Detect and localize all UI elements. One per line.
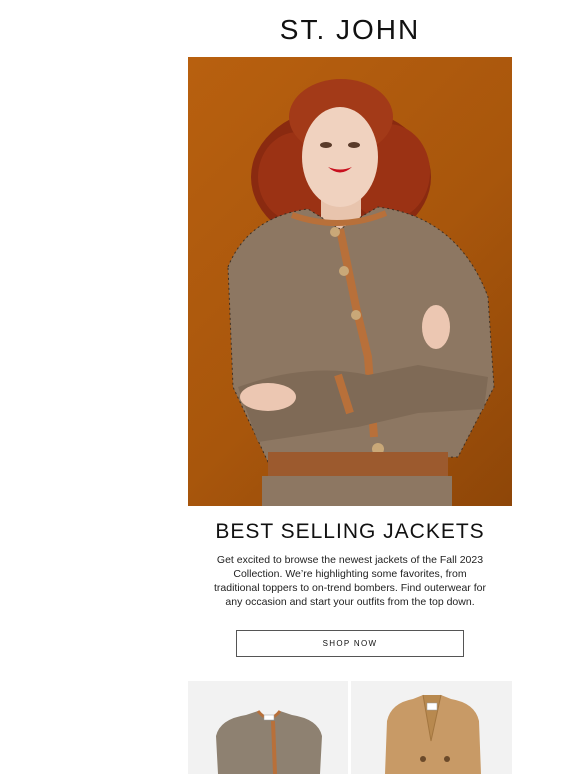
- hero-image[interactable]: [188, 57, 512, 506]
- hero-illustration: [227, 79, 495, 506]
- body-copy: Get excited to browse the newest jackets…: [214, 554, 486, 608]
- section-headline: BEST SELLING JACKETS: [215, 520, 485, 543]
- product-tile-camel-coat[interactable]: [351, 681, 512, 774]
- brand-logo[interactable]: ST. JOHN: [188, 14, 512, 46]
- camel-coat-image: [385, 694, 481, 774]
- shop-now-label: SHOP NOW: [322, 639, 378, 648]
- shop-now-button[interactable]: SHOP NOW: [236, 630, 464, 657]
- product-tile-tweed-jacket[interactable]: [188, 681, 348, 774]
- tweed-jacket-image: [216, 710, 322, 774]
